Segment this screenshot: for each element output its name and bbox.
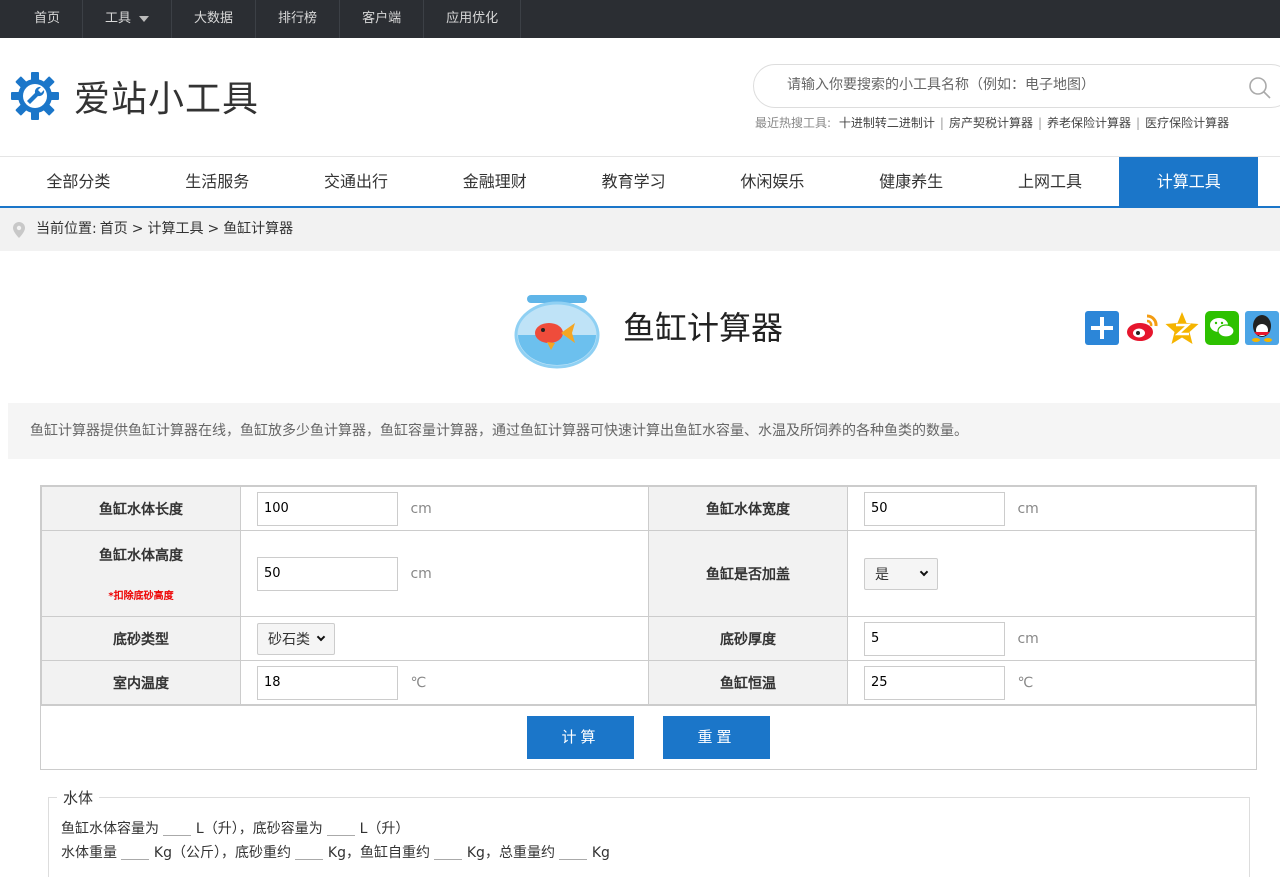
share-wechat-icon[interactable] bbox=[1205, 311, 1239, 345]
search-box bbox=[753, 64, 1280, 108]
nav-transport[interactable]: 交通出行 bbox=[287, 157, 426, 206]
share-plus-icon[interactable] bbox=[1085, 311, 1119, 345]
result-line-volume: 鱼缸水体容量为 L（升），底砂容量为 L（升） bbox=[61, 818, 409, 838]
cover-label: 鱼缸是否加盖 bbox=[648, 530, 848, 617]
hot-item-pension[interactable]: 养老保险计算器 bbox=[1047, 116, 1131, 130]
nav-all-categories[interactable]: 全部分类 bbox=[9, 157, 148, 206]
hot-search-row: 最近热搜工具: 十进制转二进制计 | 房产契税计算器 | 养老保险计算器 | 医疗保险计算器 bbox=[755, 116, 1230, 130]
result-line-weight: 水体重量 Kg（公斤），底砂重约 Kg，鱼缸自重约 Kg，总重量约 Kg bbox=[61, 842, 610, 862]
breadcrumb-prefix: 当前位置: bbox=[36, 221, 97, 237]
calculate-button[interactable]: 计算 bbox=[526, 716, 634, 759]
topbar-tools[interactable]: 工具 bbox=[82, 0, 171, 38]
calculator-form: 鱼缸水体长度 cm 鱼缸水体宽度 cm 鱼缸水体高度 *扣除底砂高度 cm 鱼缸… bbox=[40, 485, 1257, 770]
result-text: Kg，总重量约 bbox=[466, 845, 555, 861]
topbar-ranking[interactable]: 排行榜 bbox=[255, 0, 339, 38]
height-label: 鱼缸水体高度 bbox=[99, 548, 183, 564]
nav-internet-tools[interactable]: 上网工具 bbox=[981, 157, 1120, 206]
hot-search-label: 最近热搜工具: bbox=[755, 116, 832, 130]
result-text: L（升） bbox=[359, 821, 410, 837]
reset-button[interactable]: 重置 bbox=[663, 716, 771, 759]
nav-life-services[interactable]: 生活服务 bbox=[148, 157, 287, 206]
breadcrumb: 当前位置: 首页 > 计算工具 > 鱼缸计算器 bbox=[0, 208, 1280, 251]
topbar-home[interactable]: 首页 bbox=[12, 0, 82, 38]
gear-wrench-logo-icon bbox=[11, 72, 59, 120]
chevron-down-icon bbox=[316, 632, 326, 641]
chevron-down-icon bbox=[919, 567, 929, 576]
result-blank bbox=[163, 822, 192, 836]
height-label-cell: 鱼缸水体高度 *扣除底砂高度 bbox=[41, 530, 241, 617]
breadcrumb-home[interactable]: 首页 bbox=[100, 208, 128, 251]
page-title: 鱼缸计算器 bbox=[623, 309, 784, 347]
sand-thickness-unit: cm bbox=[1017, 630, 1039, 647]
tank-temp-label: 鱼缸恒温 bbox=[648, 660, 848, 705]
sand-thickness-input[interactable] bbox=[864, 621, 1005, 656]
breadcrumb-category[interactable]: 计算工具 bbox=[147, 208, 203, 251]
width-input[interactable] bbox=[864, 491, 1005, 526]
topbar-bigdata[interactable]: 大数据 bbox=[171, 0, 255, 38]
result-text: 水体重量 bbox=[61, 845, 117, 861]
nav-calc-tools[interactable]: 计算工具 bbox=[1119, 157, 1259, 206]
topbar-tools-label: 工具 bbox=[105, 11, 132, 26]
height-note: *扣除底砂高度 bbox=[108, 591, 174, 602]
caret-down-icon bbox=[139, 15, 150, 22]
hot-item-deed-tax[interactable]: 房产契税计算器 bbox=[949, 116, 1033, 130]
length-label: 鱼缸水体长度 bbox=[41, 486, 241, 531]
topbar-client[interactable]: 客户端 bbox=[339, 0, 423, 38]
width-label: 鱼缸水体宽度 bbox=[648, 486, 848, 531]
nav-education[interactable]: 教育学习 bbox=[564, 157, 703, 206]
share-weibo-icon[interactable] bbox=[1125, 311, 1159, 345]
search-icon[interactable] bbox=[1248, 76, 1272, 100]
result-blank bbox=[121, 846, 150, 860]
room-temp-label: 室内温度 bbox=[41, 660, 241, 705]
result-blank bbox=[295, 846, 324, 860]
logo[interactable]: 爱站小工具 bbox=[10, 70, 259, 122]
header: 爱站小工具 最近热搜工具: 十进制转二进制计|房产契税计算器|养老保险计算器|医… bbox=[0, 38, 1280, 156]
tank-temp-input[interactable] bbox=[864, 665, 1005, 700]
nav-health[interactable]: 健康养生 bbox=[842, 157, 981, 206]
title-area: 鱼缸计算器 bbox=[0, 251, 1280, 403]
nav-leisure[interactable]: 休闲娱乐 bbox=[703, 157, 842, 206]
result-text: 鱼缸水体容量为 bbox=[61, 821, 159, 837]
sand-type-select-value: 砂石类 bbox=[268, 631, 310, 648]
nav-finance[interactable]: 金融理财 bbox=[425, 157, 564, 206]
result-blank bbox=[434, 846, 463, 860]
search-input[interactable] bbox=[787, 77, 1227, 93]
button-row: 计算 重置 bbox=[41, 705, 1256, 769]
sand-type-label: 底砂类型 bbox=[41, 616, 241, 661]
location-pin-icon bbox=[13, 221, 25, 238]
result-legend: 水体 bbox=[57, 787, 100, 808]
share-qzone-icon[interactable] bbox=[1165, 311, 1199, 345]
room-temp-unit: ℃ bbox=[410, 674, 427, 691]
tank-temp-unit: ℃ bbox=[1017, 674, 1034, 691]
top-bar: 首页 工具 大数据 排行榜 客户端 应用优化 bbox=[0, 0, 1280, 38]
hot-item-medical[interactable]: 医疗保险计算器 bbox=[1145, 116, 1229, 130]
width-unit: cm bbox=[1017, 500, 1039, 517]
topbar-app-optimize[interactable]: 应用优化 bbox=[423, 0, 522, 38]
room-temp-input[interactable] bbox=[257, 665, 398, 700]
length-input[interactable] bbox=[257, 491, 398, 526]
length-unit: cm bbox=[410, 500, 432, 517]
result-blank bbox=[327, 822, 356, 836]
result-fieldset: 水体 鱼缸水体容量为 L（升），底砂容量为 L（升） 水体重量 Kg（公斤），底… bbox=[48, 787, 1250, 877]
sand-type-select[interactable]: 砂石类 bbox=[257, 622, 335, 655]
result-text: L（升），底砂容量为 bbox=[195, 821, 323, 837]
sand-thickness-label: 底砂厚度 bbox=[648, 616, 848, 661]
hot-item-decimal-binary[interactable]: 十进制转二进制计 bbox=[839, 116, 935, 130]
result-text: Kg bbox=[591, 845, 610, 861]
height-input[interactable] bbox=[257, 556, 398, 591]
fishbowl-icon bbox=[514, 295, 600, 369]
cover-select[interactable]: 是 bbox=[864, 557, 938, 590]
logo-text: 爱站小工具 bbox=[74, 79, 260, 120]
page-description: 鱼缸计算器提供鱼缸计算器在线，鱼缸放多少鱼计算器，鱼缸容量计算器，通过鱼缸计算器… bbox=[8, 403, 1280, 459]
result-blank bbox=[559, 846, 588, 860]
result-text: Kg（公斤），底砂重约 bbox=[153, 845, 291, 861]
main-nav: 全部分类 生活服务 交通出行 金融理财 教育学习 休闲娱乐 健康养生 上网工具 … bbox=[0, 156, 1280, 208]
result-text: Kg，鱼缸自重约 bbox=[327, 845, 430, 861]
breadcrumb-current: 鱼缸计算器 bbox=[223, 221, 294, 237]
share-bar bbox=[1085, 311, 1280, 345]
share-qq-icon[interactable] bbox=[1245, 311, 1279, 345]
cover-select-value: 是 bbox=[875, 566, 889, 583]
height-unit: cm bbox=[410, 565, 432, 582]
